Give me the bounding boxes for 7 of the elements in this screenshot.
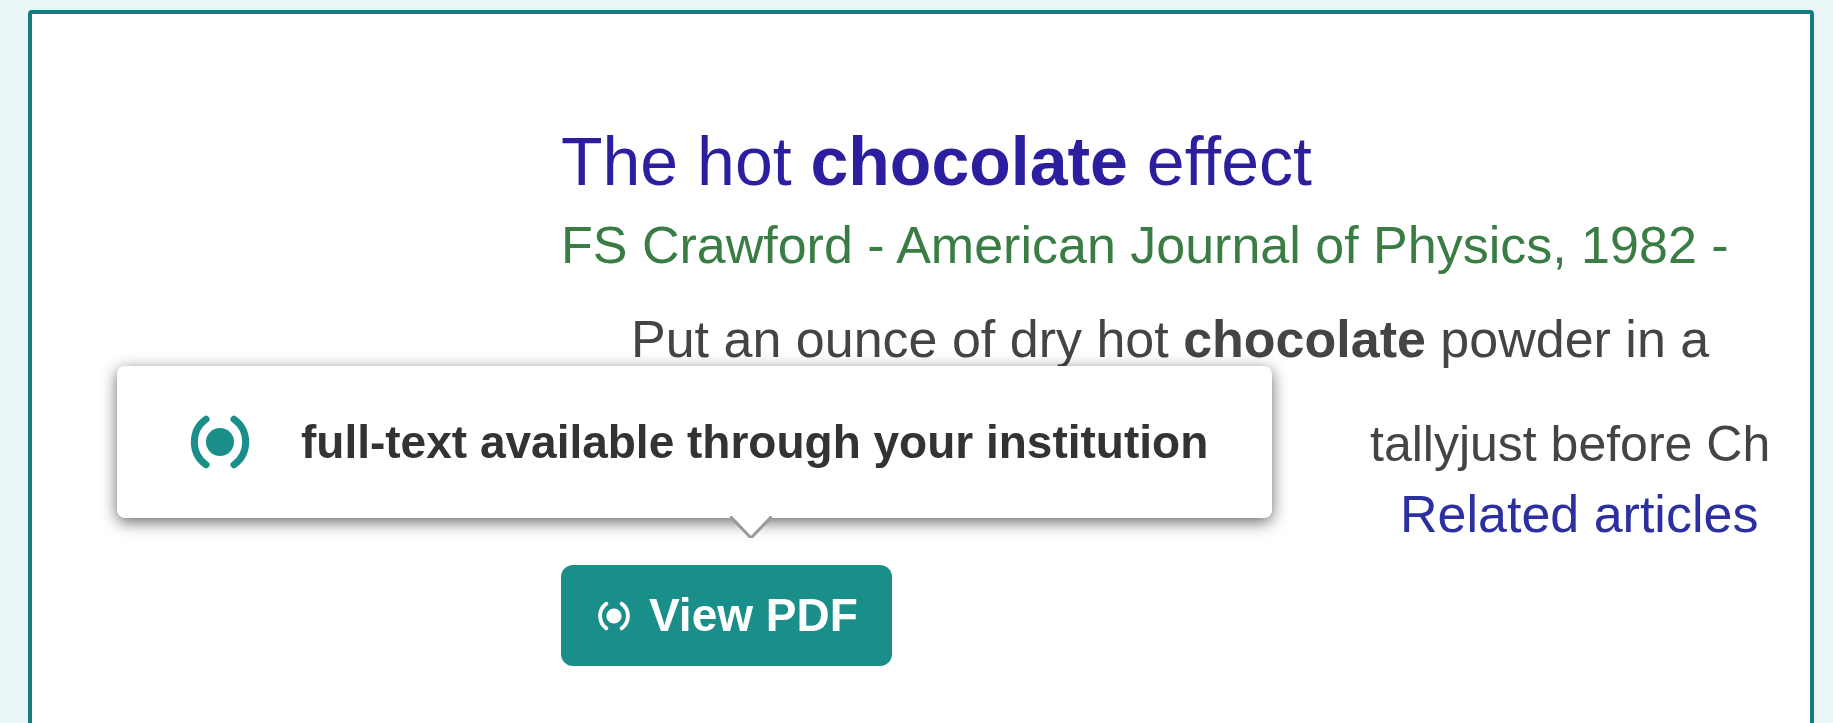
result-snippet: Put an ounce of dry hot chocolate powder in a [631, 309, 1710, 370]
view-pdf-button[interactable]: View PDF [561, 565, 892, 666]
result-title[interactable]: The hot chocolate effect [561, 121, 1312, 201]
result-snippet: tallyjust before Ch [1370, 415, 1771, 474]
tooltip-text: full-text available through your institution [301, 414, 1209, 470]
result-authors: FS Crawford - American Journal of Physics, 1982 - [561, 215, 1729, 276]
related-articles-link[interactable]: Related articles [1400, 482, 1759, 546]
